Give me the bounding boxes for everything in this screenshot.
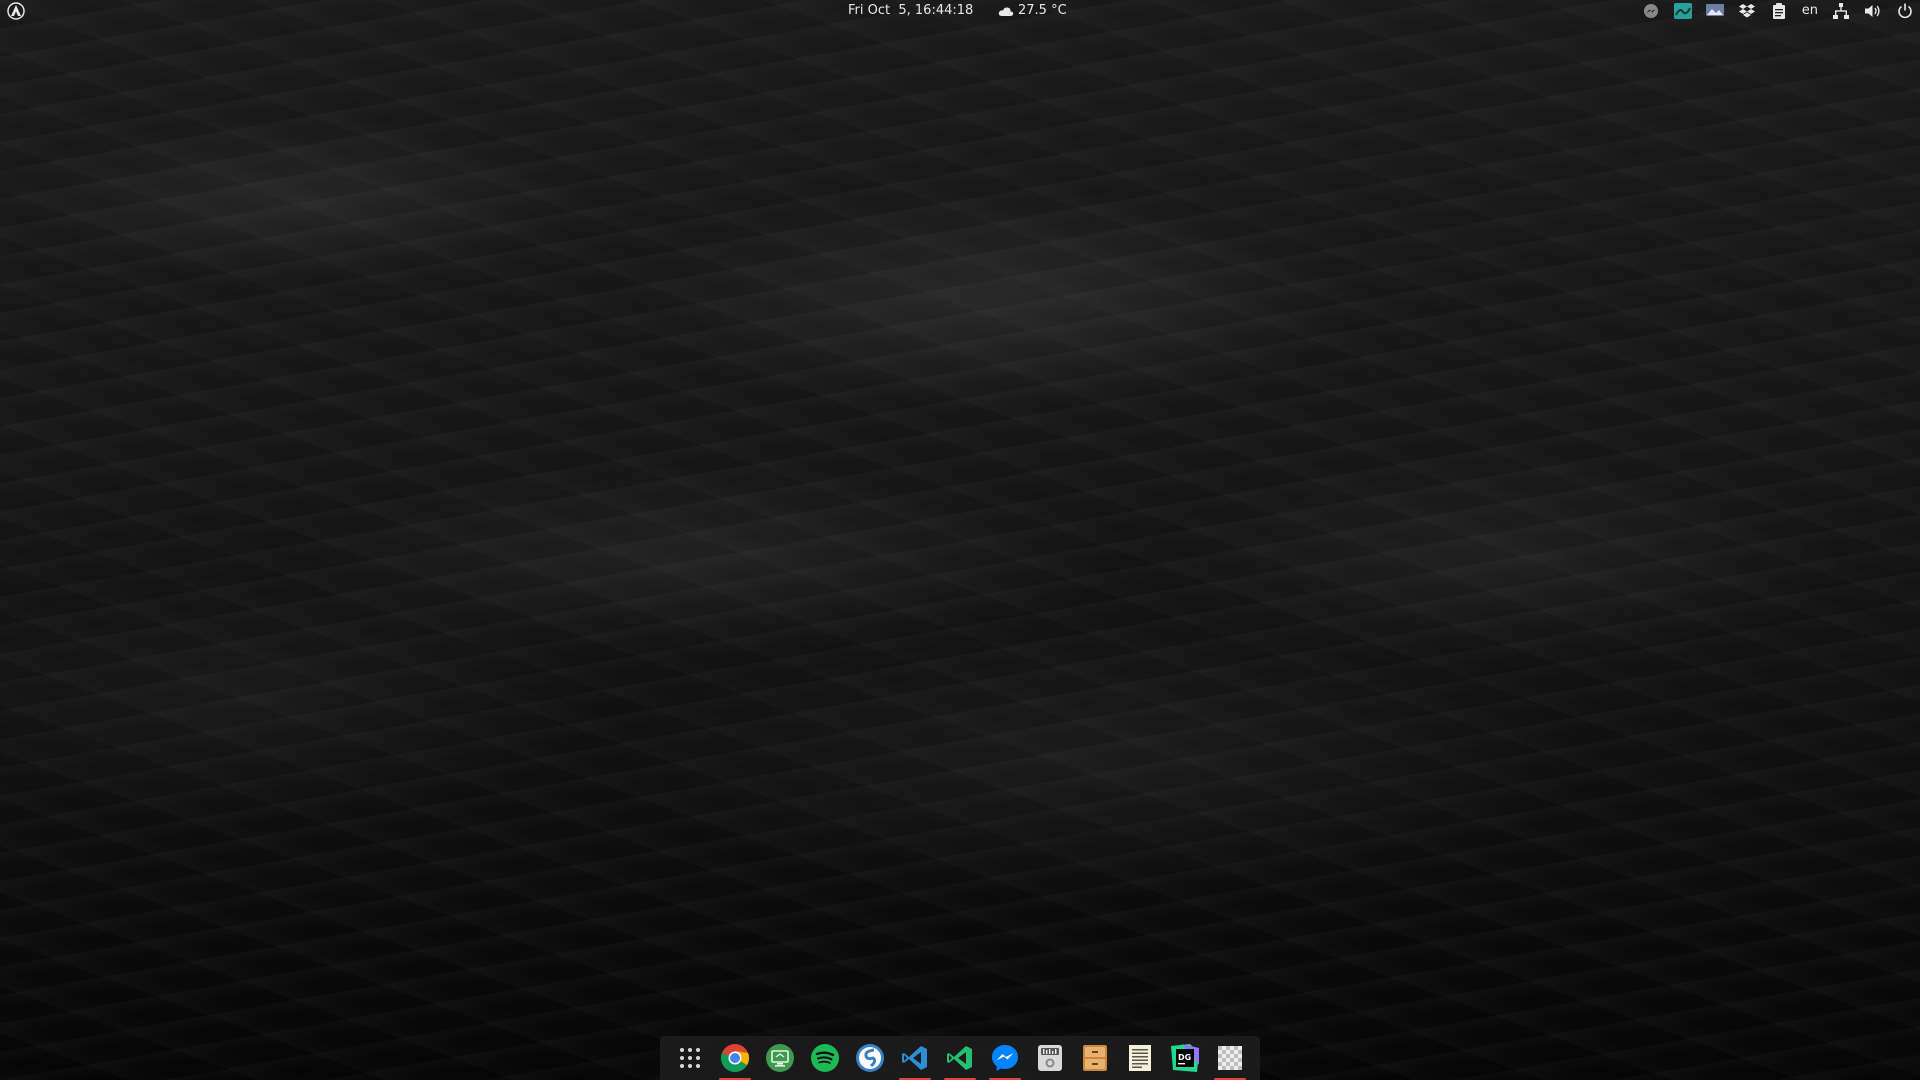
network-icon [1833, 3, 1849, 19]
messenger-icon [1643, 4, 1658, 18]
dock: DG [660, 1036, 1260, 1080]
screen-recorder-tray-icon[interactable] [1673, 2, 1692, 20]
dock-item-text-editor[interactable] [1122, 1040, 1158, 1076]
display-tray-icon[interactable] [1705, 2, 1724, 20]
dock-item-sound-recorder[interactable] [1032, 1040, 1068, 1076]
dock-item-vscode-insiders[interactable] [942, 1040, 978, 1080]
app-grid-icon [680, 1048, 701, 1068]
weather-temperature: 27.5 °C [1018, 3, 1067, 18]
vscode-insiders-icon [946, 1046, 972, 1070]
screen-recorder-icon [1673, 3, 1692, 19]
text-editor-icon [1128, 1045, 1151, 1071]
simplenote-icon [856, 1044, 885, 1072]
power-tray-icon[interactable] [1896, 2, 1914, 20]
chrome-icon [721, 1044, 750, 1072]
clipboard-tray-icon[interactable] [1770, 2, 1788, 20]
dock-item-simplenote[interactable] [852, 1040, 888, 1076]
dock-item-messenger[interactable] [987, 1040, 1023, 1080]
remote-desktop-icon [766, 1044, 795, 1072]
dock-item-spotify[interactable] [807, 1040, 843, 1076]
network-tray-icon[interactable] [1832, 2, 1850, 20]
keyboard-layout-indicator[interactable]: en [1802, 2, 1818, 20]
datagrip-icon: DG [1170, 1044, 1199, 1072]
sound-recorder-icon [1037, 1045, 1062, 1071]
image-viewer-icon [1217, 1046, 1242, 1070]
display-icon [1705, 4, 1724, 16]
system-tray: en [1642, 0, 1914, 22]
dock-item-remote-desktop[interactable] [762, 1040, 798, 1076]
clock[interactable]: Fri Oct 5, 16:44:18 [848, 2, 973, 20]
activities-button[interactable] [6, 1, 26, 21]
show-applications-button[interactable] [672, 1040, 708, 1076]
spotify-icon [811, 1044, 840, 1072]
volume-tray-icon[interactable] [1864, 2, 1882, 20]
arch-logo-icon [7, 2, 25, 20]
messenger-tray-icon[interactable] [1642, 2, 1660, 20]
dock-item-chrome[interactable] [717, 1040, 753, 1080]
dock-item-datagrip[interactable]: DG [1167, 1040, 1203, 1076]
cloud-icon [998, 7, 1014, 16]
file-cabinet-icon [1082, 1045, 1107, 1071]
dock-item-vscode[interactable] [897, 1040, 933, 1080]
dropbox-tray-icon[interactable] [1738, 2, 1756, 20]
dock-item-image-viewer[interactable] [1212, 1040, 1248, 1080]
messenger-icon [991, 1045, 1018, 1071]
dropbox-icon [1738, 4, 1755, 18]
dock-item-file-cabinet[interactable] [1077, 1040, 1113, 1076]
desktop-wallpaper [0, 0, 1920, 1080]
weather-indicator[interactable]: 27.5 °C [998, 2, 1067, 20]
clipboard-icon [1772, 3, 1785, 19]
power-icon [1898, 3, 1912, 19]
vscode-icon [902, 1046, 928, 1070]
volume-icon [1865, 5, 1880, 17]
datagrip-label: DG [1178, 1053, 1191, 1062]
top-bar: Fri Oct 5, 16:44:18 27.5 °C en [0, 0, 1920, 22]
